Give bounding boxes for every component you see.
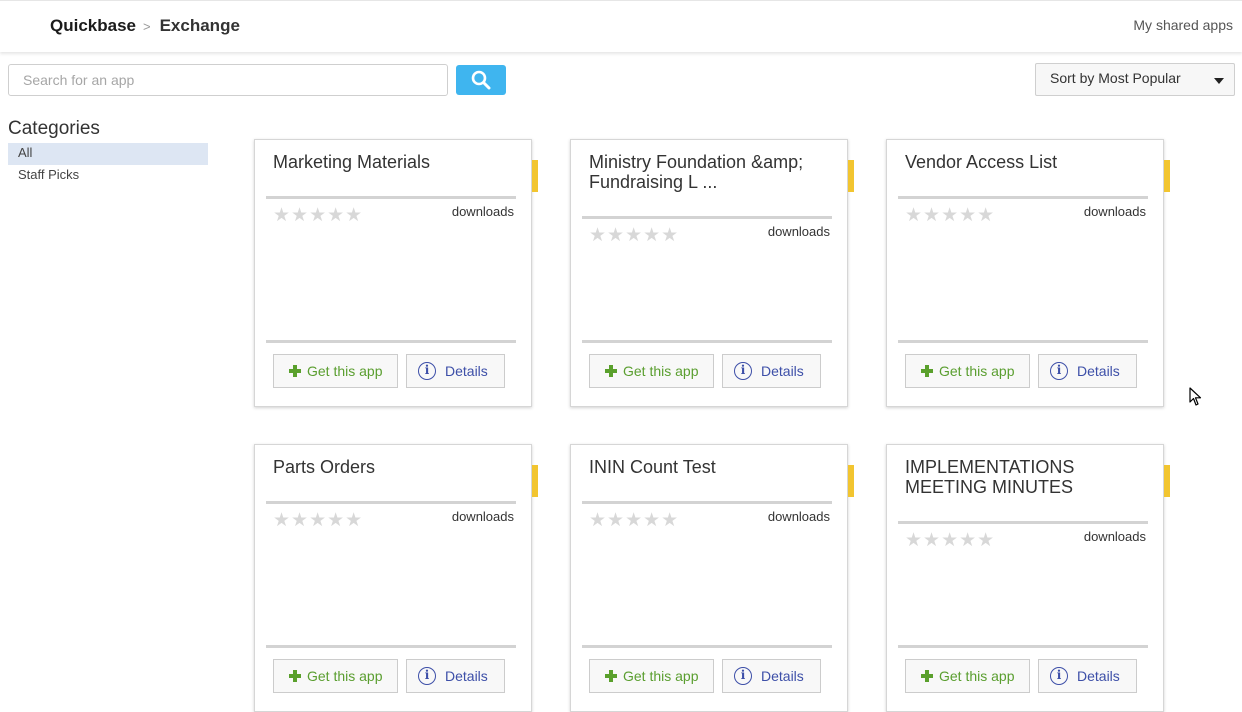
plus-icon	[288, 669, 302, 683]
details-label: Details	[445, 668, 488, 684]
details-label: Details	[1077, 668, 1120, 684]
plus-icon	[288, 364, 302, 378]
featured-ribbon	[532, 160, 538, 192]
featured-ribbon	[532, 465, 538, 497]
search-button[interactable]	[456, 65, 506, 95]
plus-icon	[604, 669, 618, 683]
star-rating[interactable]: ★★★★★	[273, 511, 363, 531]
details-button[interactable]: i Details	[406, 354, 505, 388]
featured-ribbon	[1164, 160, 1170, 192]
info-icon: i	[1050, 362, 1068, 380]
details-label: Details	[761, 363, 804, 379]
get-this-app-button[interactable]: Get this app	[273, 354, 398, 388]
featured-ribbon	[848, 160, 854, 192]
star-rating[interactable]: ★★★★★	[905, 531, 995, 551]
featured-ribbon	[1164, 465, 1170, 497]
card-divider	[582, 216, 832, 219]
star-rating[interactable]: ★★★★★	[589, 511, 679, 531]
plus-icon	[604, 364, 618, 378]
downloads-count: downloads	[451, 204, 514, 219]
breadcrumb-exchange[interactable]: Exchange	[160, 16, 240, 36]
get-this-app-label: Get this app	[623, 668, 699, 684]
details-button[interactable]: i Details	[406, 659, 505, 693]
info-icon: i	[734, 362, 752, 380]
app-card-title[interactable]: IMPLEMENTATIONS MEETING MINUTES	[905, 457, 1155, 497]
app-card-title[interactable]: Ministry Foundation &amp; Fundraising L …	[589, 152, 839, 192]
info-icon: i	[418, 667, 436, 685]
details-button[interactable]: i Details	[722, 659, 821, 693]
app-card: Marketing Materials ★★★★★ downloads Get …	[254, 139, 538, 407]
breadcrumb-quickbase[interactable]: Quickbase	[50, 16, 136, 36]
search-input[interactable]	[8, 64, 448, 96]
caret-down-icon	[1214, 78, 1224, 84]
star-rating[interactable]: ★★★★★	[589, 226, 679, 246]
downloads-count: downloads	[767, 509, 830, 524]
breadcrumb: Quickbase > Exchange	[50, 15, 240, 37]
app-card: IMPLEMENTATIONS MEETING MINUTES ★★★★★ do…	[886, 444, 1170, 712]
card-divider	[582, 501, 832, 504]
plus-icon	[920, 364, 934, 378]
app-card: Vendor Access List ★★★★★ downloads Get t…	[886, 139, 1170, 407]
card-divider	[898, 521, 1148, 524]
card-divider	[266, 340, 516, 343]
sort-selected-label: Sort by Most Popular	[1050, 70, 1181, 86]
app-card: Parts Orders ★★★★★ downloads Get this ap…	[254, 444, 538, 712]
get-this-app-label: Get this app	[939, 363, 1015, 379]
downloads-count: downloads	[451, 509, 514, 524]
category-item-staff-picks[interactable]: Staff Picks	[8, 165, 208, 187]
my-shared-apps-link[interactable]: My shared apps	[1133, 17, 1233, 33]
categories-panel: Categories All Staff Picks	[8, 118, 208, 187]
app-card: Ministry Foundation &amp; Fundraising L …	[570, 139, 854, 407]
search-icon	[471, 70, 491, 90]
star-rating[interactable]: ★★★★★	[905, 206, 995, 226]
get-this-app-button[interactable]: Get this app	[905, 659, 1030, 693]
mouse-cursor-icon	[1189, 387, 1202, 406]
plus-icon	[920, 669, 934, 683]
details-button[interactable]: i Details	[1038, 354, 1137, 388]
app-card-title[interactable]: Marketing Materials	[273, 152, 523, 172]
app-card: ININ Count Test ★★★★★ downloads Get this…	[570, 444, 854, 712]
sort-select[interactable]: Sort by Most Popular	[1035, 63, 1235, 96]
details-label: Details	[1077, 363, 1120, 379]
details-label: Details	[761, 668, 804, 684]
card-divider	[898, 645, 1148, 648]
card-divider	[898, 340, 1148, 343]
get-this-app-label: Get this app	[623, 363, 699, 379]
categories-title: Categories	[8, 118, 100, 139]
top-bar: Quickbase > Exchange My shared apps	[0, 0, 1242, 52]
downloads-count: downloads	[767, 224, 830, 239]
card-divider	[266, 645, 516, 648]
get-this-app-button[interactable]: Get this app	[273, 659, 398, 693]
card-divider	[266, 196, 516, 199]
info-icon: i	[418, 362, 436, 380]
app-card-title[interactable]: Vendor Access List	[905, 152, 1155, 172]
get-this-app-label: Get this app	[307, 363, 383, 379]
get-this-app-button[interactable]: Get this app	[905, 354, 1030, 388]
downloads-count: downloads	[1083, 204, 1146, 219]
downloads-count: downloads	[1083, 529, 1146, 544]
card-divider	[898, 196, 1148, 199]
get-this-app-label: Get this app	[939, 668, 1015, 684]
card-divider	[582, 340, 832, 343]
details-button[interactable]: i Details	[722, 354, 821, 388]
featured-ribbon	[848, 465, 854, 497]
star-rating[interactable]: ★★★★★	[273, 206, 363, 226]
get-this-app-button[interactable]: Get this app	[589, 354, 714, 388]
card-divider	[582, 645, 832, 648]
info-icon: i	[734, 667, 752, 685]
get-this-app-label: Get this app	[307, 668, 383, 684]
card-divider	[266, 501, 516, 504]
category-item-all[interactable]: All	[8, 143, 208, 165]
info-icon: i	[1050, 667, 1068, 685]
app-card-title[interactable]: Parts Orders	[273, 457, 523, 477]
details-button[interactable]: i Details	[1038, 659, 1137, 693]
details-label: Details	[445, 363, 488, 379]
get-this-app-button[interactable]: Get this app	[589, 659, 714, 693]
breadcrumb-separator: >	[143, 18, 151, 34]
app-card-title[interactable]: ININ Count Test	[589, 457, 839, 477]
